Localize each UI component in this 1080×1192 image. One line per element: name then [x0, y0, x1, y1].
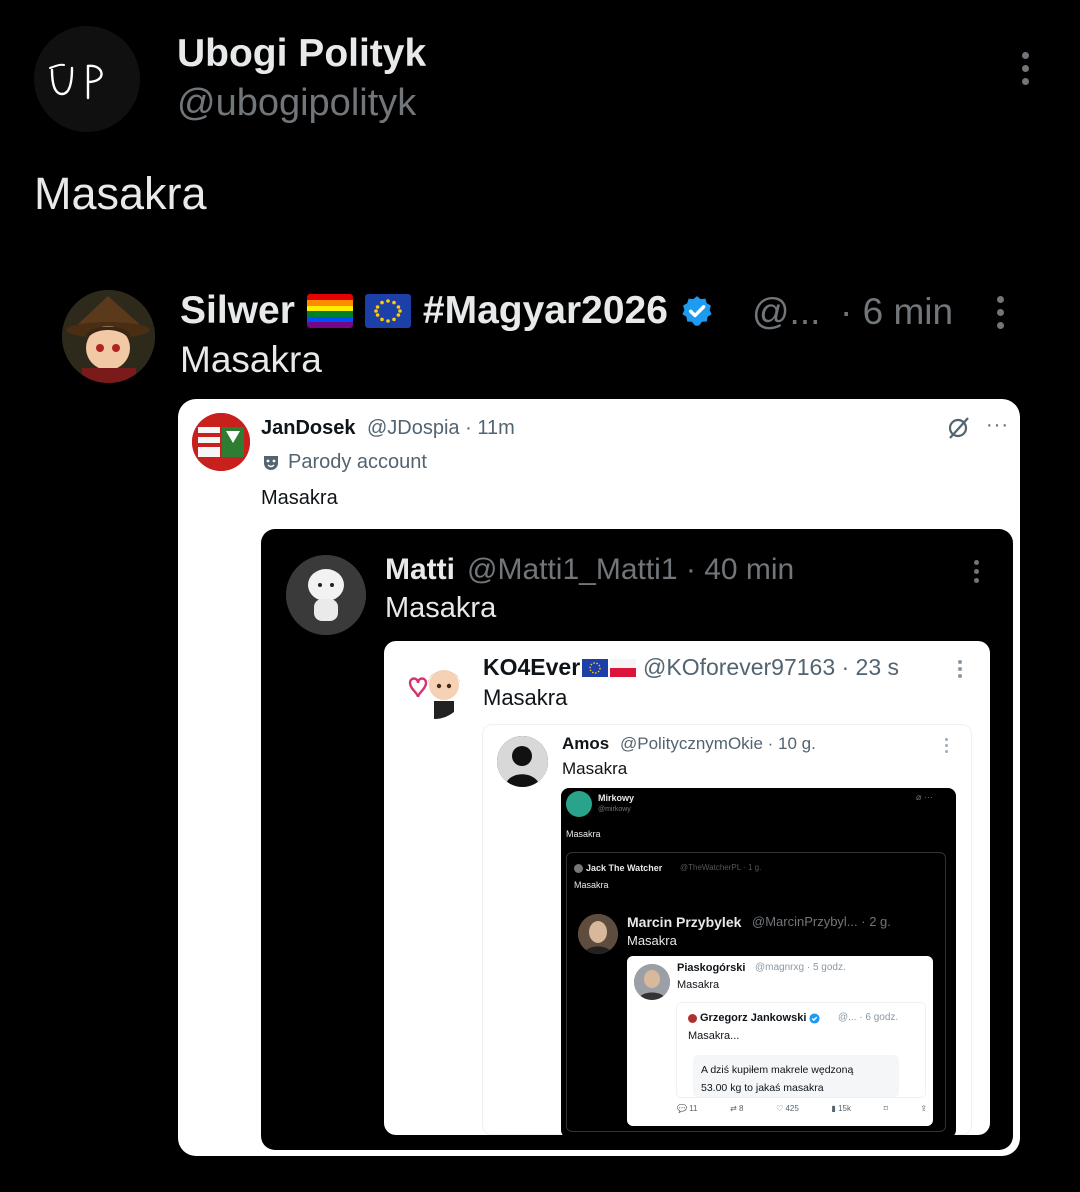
author-avatar[interactable] [34, 26, 140, 132]
piaskogorski-name: Piaskogórski [677, 962, 746, 974]
action-bar: 💬 11 ⇄ 8 ♡ 425 ▮ 15k ⌑ ⇪ [677, 1104, 927, 1113]
jankowski-handle: @... · 6 godz. [838, 1012, 899, 1023]
parody-text: Parody account [288, 451, 427, 473]
jack-name-text: Jack The Watcher [586, 863, 663, 873]
piaskogorski-avatar [634, 964, 670, 1000]
eu-flag-icon [582, 658, 609, 677]
jandosek-handle: @JDospia · 11m [367, 417, 515, 439]
author-handle[interactable]: @ubogipolityk [177, 82, 416, 125]
share-icon: ⇪ [920, 1104, 927, 1113]
marcin-handle: @MarcinPrzybyl... · 2 g. [752, 914, 891, 929]
robot-figure-icon [286, 555, 366, 635]
ko4ever-avatar [402, 655, 466, 719]
amos-avatar [497, 736, 548, 787]
jankowski-name-text: Grzegorz Jankowski [700, 1012, 807, 1024]
grok-icon [946, 414, 972, 440]
matti-name: Matti [385, 553, 455, 586]
jandosek-more-icon: ··· [986, 414, 1009, 436]
verified-badge-icon [809, 1012, 820, 1024]
more-options-icon[interactable] [1014, 52, 1036, 92]
marcin-text: Masakra [627, 933, 677, 948]
jandosek-avatar [192, 413, 250, 471]
matti-handle: @Matti1_Matti1 · 40 min [467, 553, 795, 586]
ko4ever-text: Masakra [483, 685, 568, 710]
rainbow-flag-icon [306, 294, 353, 328]
parody-label: Parody account [262, 451, 427, 474]
mirkowy-more-icon: ⌀ ··· [916, 792, 933, 802]
author-name[interactable]: Ubogi Polityk [177, 32, 426, 76]
amos-more-icon [943, 738, 949, 756]
mirkowy-avatar [566, 791, 592, 817]
like-count: 425 [785, 1104, 799, 1113]
jack-text: Masakra [574, 880, 609, 890]
matti-more-icon [970, 560, 982, 588]
anime-avatar-icon [62, 290, 155, 383]
coat-of-arms-icon [192, 413, 250, 471]
like-action: ♡ 425 [776, 1104, 799, 1113]
amos-name: Amos [562, 734, 610, 753]
ko4ever-name: KO4Ever [483, 654, 637, 681]
silwer-text: Masakra [180, 339, 322, 380]
piaskogorski-handle: @magnrxg · 5 godz. [755, 962, 846, 973]
inner-line-1: A dziś kupiłem makrele wędzoną [701, 1064, 854, 1076]
jack-handle: @TheWatcherPL · 1 g. [680, 863, 762, 872]
ko4ever-handle: @KOforever97163 · 23 s [643, 654, 900, 680]
jandosek-name: JanDosek [261, 417, 356, 439]
repost-action: ⇄ 8 [730, 1104, 744, 1113]
views-count: 15k [838, 1104, 851, 1113]
piaskogorski-text: Masakra [677, 979, 720, 991]
mirkowy-name: Mirkowy [598, 793, 635, 803]
reply-action: 💬 11 [677, 1104, 698, 1113]
jankowski-avatar [688, 1013, 697, 1023]
bookmark-icon: ⌑ [883, 1104, 888, 1113]
eu-flag-icon [364, 294, 411, 328]
amos-text: Masakra [562, 759, 628, 778]
jack-name: Jack The Watcher [574, 863, 662, 873]
silwer-time[interactable]: · 6 min [840, 291, 953, 333]
silhouette-icon [497, 736, 548, 787]
silwer-handle[interactable]: @... [752, 291, 820, 333]
amos-handle: @PolitycznymOkie · 10 g. [620, 734, 816, 753]
up-logo [49, 63, 103, 100]
matti-avatar [286, 555, 366, 635]
views-action: ▮ 15k [831, 1104, 851, 1113]
verified-badge-icon [680, 294, 714, 328]
jankowski-name: Grzegorz Jankowski [688, 1012, 820, 1024]
silwer-name[interactable]: Silwer #Magyar2026 [180, 289, 714, 333]
jandosek-text: Masakra [261, 487, 338, 509]
mirkowy-handle: @mirkowy [598, 806, 631, 813]
post-text: Masakra [34, 168, 207, 219]
portrait-icon [578, 914, 618, 954]
silwer-avatar[interactable] [62, 290, 155, 383]
marcin-avatar [578, 914, 618, 954]
jankowski-text: Masakra... [688, 1030, 740, 1042]
matti-text: Masakra [385, 592, 497, 624]
quote-more-options-icon[interactable] [990, 296, 1010, 336]
marcin-name: Marcin Przybylek [627, 914, 742, 930]
repost-count: 8 [739, 1104, 744, 1113]
jankowski-inner-text: A dziś kupiłem makrele wędzoną 53.00 kg … [701, 1061, 853, 1097]
portrait-icon [634, 964, 670, 1000]
reply-count: 11 [689, 1104, 698, 1113]
ko4ever-more-icon [956, 660, 964, 682]
mirkowy-text: Masakra [566, 829, 601, 839]
silwer-name-text: Silwer [180, 289, 295, 332]
silwer-hashtag[interactable]: #Magyar2026 [423, 289, 668, 333]
poland-flag-icon [610, 658, 637, 677]
theater-mask-icon [264, 455, 278, 470]
ko4ever-name-text: KO4Ever [483, 654, 581, 680]
jack-avatar [574, 863, 583, 873]
anime-girl-icon [402, 655, 466, 719]
inner-line-2: 53.00 kg to jakaś masakra [701, 1082, 824, 1094]
